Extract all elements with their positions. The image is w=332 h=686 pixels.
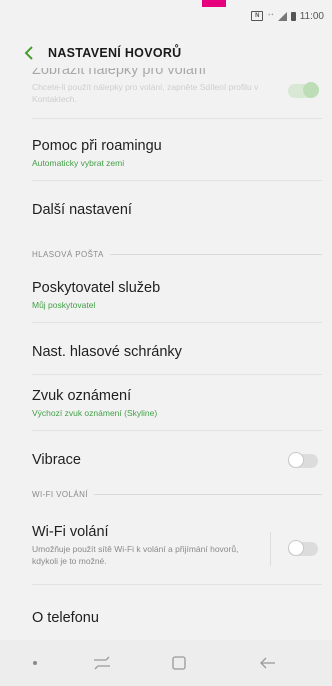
- divider: [32, 322, 322, 323]
- item-subtitle: Automaticky vybrat zemi: [32, 158, 125, 168]
- wifi-calling-item[interactable]: Wi-Fi volání Umožňuje použít sítě Wi-Fi …: [0, 524, 332, 567]
- roaming-assist-item[interactable]: Pomoc při roamingu Automaticky vybrat ze…: [0, 138, 332, 168]
- section-header-voicemail: HLASOVÁ POŠTA: [32, 250, 322, 259]
- item-description: Umožňuje použít sítě Wi-Fi k volání a př…: [32, 544, 239, 566]
- toggle-knob: [303, 82, 319, 98]
- call-stickers-toggle[interactable]: [288, 82, 319, 98]
- item-title: Pomoc při roamingu: [32, 138, 162, 154]
- section-header-label: WI-FI VOLÁNÍ: [32, 490, 88, 499]
- back-icon[interactable]: [18, 33, 40, 73]
- recent-apps-icon[interactable]: [90, 652, 114, 674]
- vibration-item[interactable]: Vibrace: [0, 452, 332, 468]
- item-title: Poskytovatel služeb: [32, 280, 161, 296]
- battery-icon: [290, 11, 296, 21]
- dot-icon[interactable]: [30, 658, 40, 668]
- item-title: Wi-Fi volání: [32, 524, 109, 540]
- item-title: Další nastavení: [32, 202, 132, 218]
- home-icon[interactable]: [168, 652, 190, 674]
- item-title: Zvuk oznámení: [32, 388, 132, 404]
- item-subtitle: Výchozí zvuk oznámení (Skyline): [32, 408, 158, 418]
- wifi-calling-toggle[interactable]: [288, 540, 318, 556]
- notification-sound-item[interactable]: Zvuk oznámení Výchozí zvuk oznámení (Sky…: [0, 388, 332, 418]
- divider: [32, 584, 322, 585]
- toggle-knob: [288, 452, 304, 468]
- item-title: Vibrace: [32, 452, 81, 468]
- vibration-toggle[interactable]: [288, 452, 318, 468]
- section-header-label: HLASOVÁ POŠTA: [32, 250, 104, 259]
- signal-icon: [277, 11, 287, 21]
- nfc-icon: N: [251, 11, 264, 21]
- chevron-left-icon: [24, 46, 33, 60]
- divider: [32, 118, 322, 119]
- toggle-knob: [288, 540, 304, 556]
- item-subtitle: Můj poskytovatel: [32, 300, 96, 310]
- wifi-calling-icon: ⁺ᐩ: [267, 13, 274, 20]
- page-title: NASTAVENÍ HOVORŮ: [48, 46, 182, 60]
- status-time: 11:00: [299, 10, 324, 22]
- service-provider-item[interactable]: Poskytovatel služeb Můj poskytovatel: [0, 280, 332, 310]
- back-arrow-icon[interactable]: [256, 652, 280, 674]
- item-title: O telefonu: [32, 610, 99, 626]
- item-title: Zobrazit nálepky pro volání: [32, 68, 207, 78]
- about-phone-item[interactable]: O telefonu: [0, 610, 332, 626]
- section-divider-line: [109, 254, 322, 255]
- more-settings-item[interactable]: Další nastavení: [0, 202, 332, 218]
- divider: [32, 430, 322, 431]
- voicemail-settings-item[interactable]: Nast. hlasové schránky: [0, 344, 332, 360]
- system-nav-bar: [0, 640, 332, 686]
- divider: [32, 180, 322, 181]
- section-divider-line: [93, 494, 322, 495]
- item-title: Nast. hlasové schránky: [32, 344, 182, 360]
- vertical-separator: [270, 532, 271, 566]
- item-description: Chcete-li použít nálepky pro volání, zap…: [32, 82, 259, 104]
- divider: [32, 374, 322, 375]
- call-stickers-item[interactable]: Zobrazit nálepky pro volání Chcete-li po…: [0, 68, 332, 108]
- status-bar: N ⁺ᐩ 11:00: [0, 0, 332, 32]
- section-header-wifi-calling: WI-FI VOLÁNÍ: [32, 490, 322, 499]
